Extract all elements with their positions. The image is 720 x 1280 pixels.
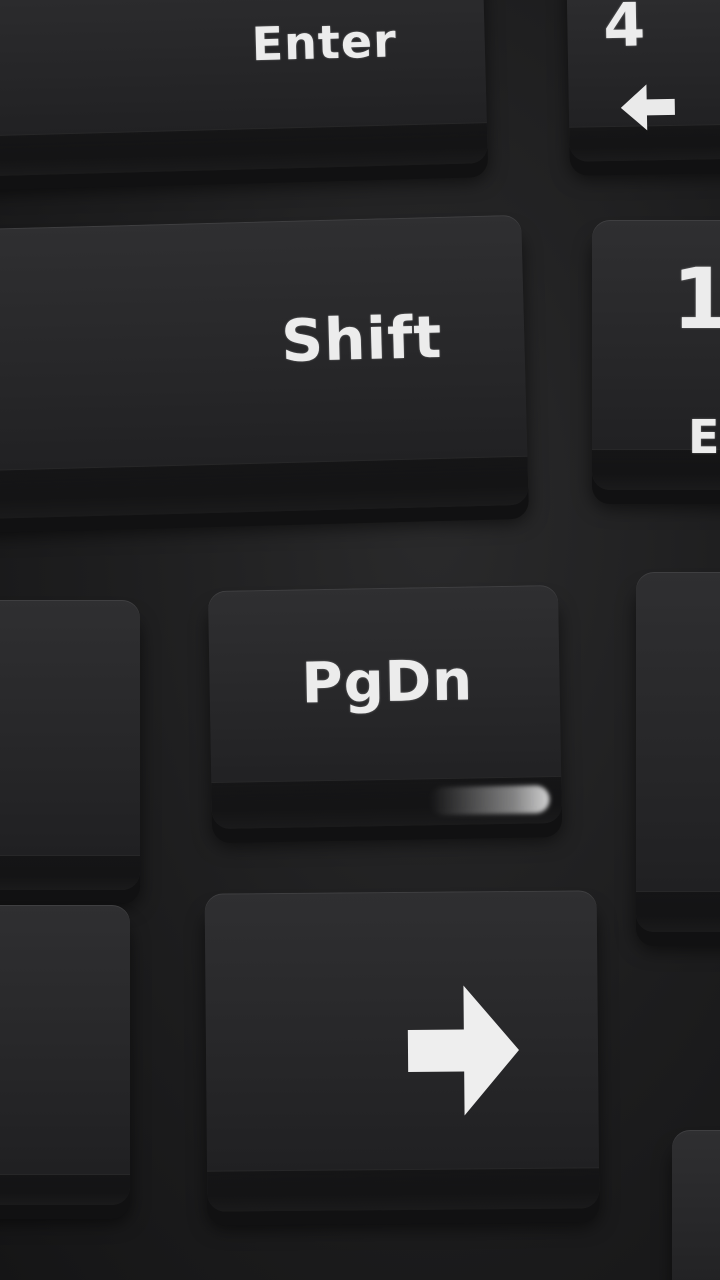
enter-key-label: Enter [251,13,398,72]
pgdn-key-label: PgDn [301,648,474,717]
right-arrow-icon [407,985,519,1116]
numpad-1-sub-label: E [688,410,720,464]
numpad-1-label: 1 [672,250,720,348]
left-partial-key-lower[interactable] [0,905,130,1205]
numpad-4-key[interactable]: 4 [566,0,720,162]
shift-key-label: Shift [280,302,444,376]
left-partial-key-upper[interactable] [0,600,140,890]
numpad-4-label: 4 [602,0,647,62]
pgdn-key[interactable]: PgDn [207,584,563,830]
enter-key[interactable]: Enter [0,0,488,177]
shift-key[interactable]: Shift [0,214,529,520]
keyboard-photo: Enter 4 Shift 1 E PgDn [0,0,720,1280]
bottom-right-partial-key[interactable] [672,1130,720,1280]
numpad-1-key[interactable]: 1 E [592,220,720,490]
right-arrow-key[interactable] [204,890,600,1212]
left-arrow-icon [620,84,675,131]
right-partial-key[interactable] [636,572,720,932]
